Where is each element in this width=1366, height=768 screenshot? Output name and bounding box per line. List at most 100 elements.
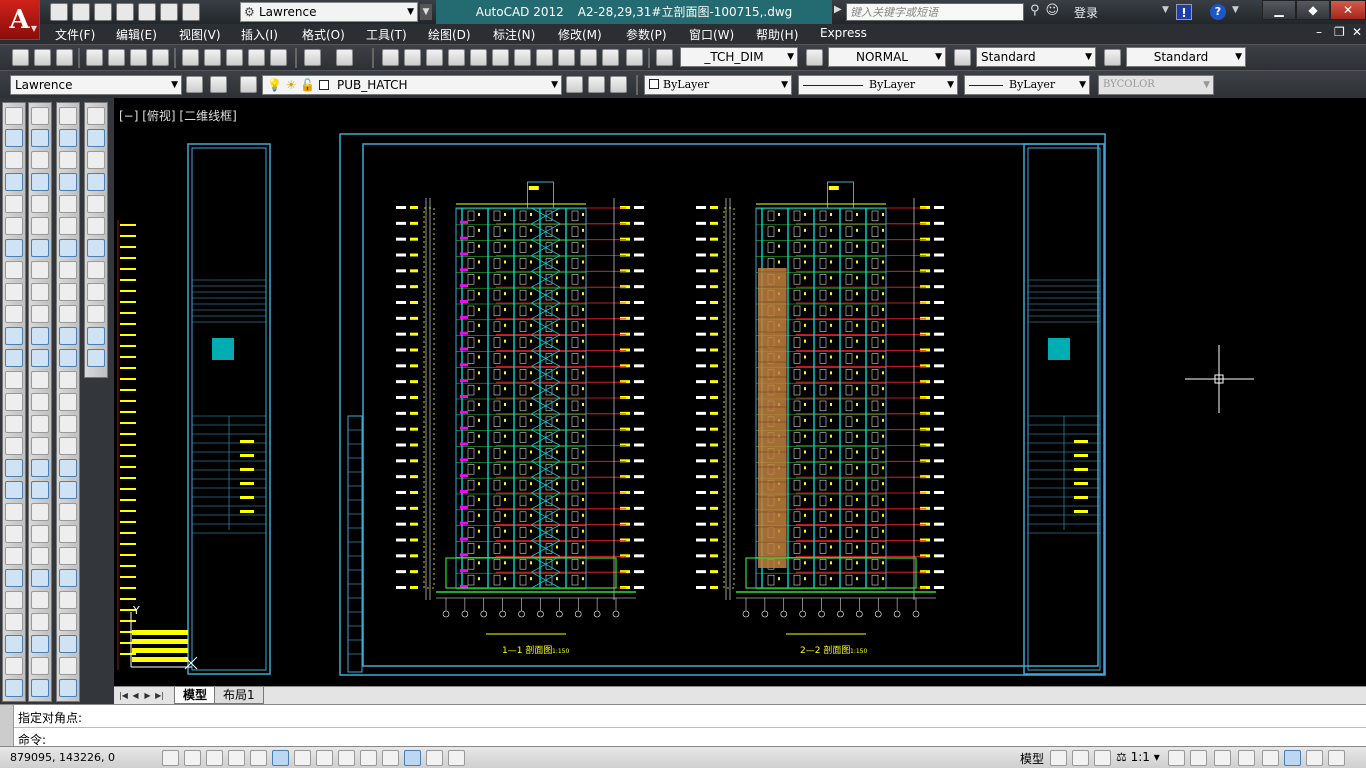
menu-parametric[interactable]: 参数(P) <box>626 26 667 43</box>
exchange-icon[interactable]: ! <box>1176 4 1192 20</box>
line-tool-icon[interactable] <box>31 657 49 675</box>
text-style-dropdown[interactable]: NORMAL ▼ <box>828 47 946 67</box>
extend-tool-icon[interactable] <box>59 327 77 345</box>
match-properties-icon[interactable] <box>248 49 265 66</box>
arc-tool-icon[interactable] <box>59 547 77 565</box>
binoculars-icon[interactable]: ⚲ <box>1030 3 1040 18</box>
menu-window[interactable]: 窗口(W) <box>689 26 734 43</box>
offset-tool-icon[interactable] <box>5 569 23 587</box>
circle-tool-icon[interactable] <box>5 217 23 235</box>
doc-minimize-button[interactable]: – <box>1316 25 1322 39</box>
make-block-tool-icon[interactable] <box>5 327 23 345</box>
dim-style-dropdown[interactable]: _TCH_DIM ▼ <box>680 47 798 67</box>
layer-state-dropdown[interactable]: Lawrence ▼ <box>10 75 182 95</box>
arc-tool-icon[interactable] <box>5 195 23 213</box>
search-expand-icon[interactable]: ▶ <box>834 4 842 15</box>
redo-icon[interactable] <box>182 3 200 21</box>
mtext-tool-icon[interactable] <box>31 261 49 279</box>
dyn-toggle[interactable] <box>360 750 377 766</box>
hardware-acceleration-icon[interactable] <box>1262 750 1279 766</box>
menu-format[interactable]: 格式(O) <box>302 26 345 43</box>
first-tab-button[interactable]: |◀ <box>118 690 129 702</box>
help-search-input[interactable]: 键入关键字或短语 <box>846 3 1024 21</box>
open-icon[interactable] <box>34 49 51 66</box>
lock-icon[interactable] <box>1238 750 1255 766</box>
tab-layout1[interactable]: 布局1 <box>214 687 264 704</box>
add-selected-tool-icon[interactable] <box>31 283 49 301</box>
next-tab-button[interactable]: ▶ <box>142 690 153 702</box>
rectangle-tool-icon[interactable] <box>59 525 77 543</box>
stretch-tool-icon[interactable] <box>59 283 77 301</box>
drawing-area[interactable]: 1—1 剖面图 1:150 2—2 剖面图 1:150 Y <box>114 100 1366 686</box>
break-tool-icon[interactable] <box>31 547 49 565</box>
polyline-tool-icon[interactable] <box>59 481 77 499</box>
login-button[interactable]: 登录 <box>1074 4 1098 21</box>
fillet-tool-icon[interactable] <box>87 217 105 235</box>
offset-tool-icon[interactable] <box>31 371 49 389</box>
extend-tool-icon[interactable] <box>87 129 105 147</box>
clean-screen-icon[interactable] <box>1328 750 1345 766</box>
tpy-toggle[interactable] <box>404 750 421 766</box>
spline-tool-icon[interactable] <box>59 613 77 631</box>
cut-icon[interactable] <box>182 49 199 66</box>
annotation-visibility-icon[interactable] <box>1168 750 1185 766</box>
qp-toggle[interactable] <box>426 750 443 766</box>
polygon-tool-icon[interactable] <box>87 305 105 323</box>
3dprint-icon[interactable] <box>152 49 169 66</box>
save-as-icon[interactable] <box>116 3 134 21</box>
menu-express[interactable]: Express <box>820 26 867 40</box>
arc-tool-icon[interactable] <box>87 349 105 367</box>
layer-properties-icon[interactable] <box>240 76 257 93</box>
block-editor-icon[interactable] <box>270 49 287 66</box>
stretch-tool-icon[interactable] <box>31 481 49 499</box>
help-icon[interactable]: ? <box>1210 4 1226 20</box>
tab-model[interactable]: 模型 <box>174 687 217 704</box>
command-line[interactable]: 指定对角点: 命令: <box>0 704 1366 747</box>
make-block-tool-icon[interactable] <box>31 129 49 147</box>
quick-view-drawings-icon[interactable] <box>1094 750 1111 766</box>
prev-tab-button[interactable]: ◀ <box>130 690 141 702</box>
stretch-tool-icon[interactable] <box>5 679 23 697</box>
maximize-button[interactable]: ◆ <box>1296 0 1330 20</box>
polyline-tool-icon[interactable] <box>5 129 23 147</box>
menu-help[interactable]: 帮助(H) <box>756 26 798 43</box>
break-tool-icon[interactable] <box>59 349 77 367</box>
line-tool-icon[interactable] <box>87 261 105 279</box>
array-tool-icon[interactable] <box>5 591 23 609</box>
move-tool-icon[interactable] <box>5 613 23 631</box>
save-icon[interactable] <box>56 49 73 66</box>
last-tab-button[interactable]: ▶| <box>154 690 165 702</box>
gradient-tool-icon[interactable] <box>5 393 23 411</box>
polar-toggle[interactable] <box>250 750 267 766</box>
qnew-icon[interactable] <box>12 49 29 66</box>
explode-tool-icon[interactable] <box>31 635 49 653</box>
rotate-tool-icon[interactable] <box>5 635 23 653</box>
scale-tool-icon[interactable] <box>59 261 77 279</box>
ortho-toggle[interactable] <box>228 750 245 766</box>
array-tool-icon[interactable] <box>59 195 77 213</box>
pan-icon[interactable] <box>382 49 399 66</box>
menu-insert[interactable]: 插入(I) <box>241 26 278 43</box>
line-tool-icon[interactable] <box>59 459 77 477</box>
insert-block-tool-icon[interactable] <box>59 657 77 675</box>
doc-restore-button[interactable]: ❐ <box>1334 25 1345 39</box>
viewport-controls-label[interactable]: [−] [俯视] [二维线框] <box>119 107 237 124</box>
model-space-label[interactable]: 模型 <box>1020 750 1044 767</box>
chevron-down-icon[interactable]: ▼ <box>1162 5 1169 15</box>
user-icon[interactable]: ☺ <box>1046 3 1060 18</box>
lineweight-dropdown[interactable]: ByLayer ▼ <box>964 75 1090 95</box>
array-tool-icon[interactable] <box>31 393 49 411</box>
chamfer-tool-icon[interactable] <box>31 591 49 609</box>
snap-toggle[interactable] <box>184 750 201 766</box>
open-icon[interactable] <box>72 3 90 21</box>
layer-state-manager-icon[interactable] <box>186 76 203 93</box>
coordinate-readout[interactable]: 879095, 143226, 0 <box>10 751 115 764</box>
zoom-window-icon[interactable] <box>426 49 443 66</box>
point-tool-icon[interactable] <box>31 151 49 169</box>
polygon-tool-icon[interactable] <box>5 151 23 169</box>
otrack-toggle[interactable] <box>316 750 333 766</box>
revcloud-tool-icon[interactable] <box>59 591 77 609</box>
auto-scale-icon[interactable] <box>1190 750 1207 766</box>
rectangle-tool-icon[interactable] <box>87 327 105 345</box>
mleader-style-icon[interactable] <box>1104 49 1121 66</box>
